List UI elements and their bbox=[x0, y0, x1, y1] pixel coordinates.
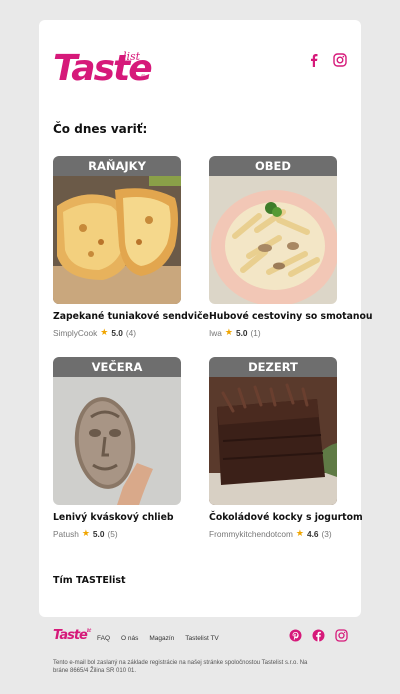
signoff: Tím TASTElist bbox=[53, 575, 126, 586]
instagram-icon[interactable] bbox=[333, 53, 347, 67]
facebook-icon[interactable] bbox=[307, 53, 321, 67]
facebook-icon[interactable] bbox=[312, 629, 325, 642]
tastelist-logo[interactable]: Taste list ® bbox=[53, 47, 153, 91]
recipe-author: Patush bbox=[53, 528, 79, 539]
recipe-author: SimplyCook bbox=[53, 327, 98, 338]
recipe-card-dessert[interactable]: DEZERT Čokoládové kocky s jogurtom Fromm… bbox=[209, 357, 363, 539]
recipe-card-lunch[interactable]: OBED Hubové cestoviny so smotanou Iwa ★ … bbox=[209, 156, 373, 338]
recipe-author: Iwa bbox=[209, 327, 222, 338]
footer-logo[interactable]: Tastelist bbox=[53, 628, 91, 643]
recipe-rating: 5.0 bbox=[111, 327, 123, 338]
pinterest-icon[interactable] bbox=[289, 629, 302, 642]
recipe-rating: 4.6 bbox=[307, 528, 319, 539]
category-banner: RAŇAJKY bbox=[53, 156, 181, 176]
rating-count: (5) bbox=[107, 528, 118, 539]
category-banner: OBED bbox=[209, 156, 337, 176]
footer-logo-sub: list bbox=[86, 628, 91, 634]
recipe-meta: Iwa ★ 5.0 (1) bbox=[209, 327, 337, 338]
star-icon: ★ bbox=[81, 528, 90, 538]
rating-count: (1) bbox=[250, 327, 261, 338]
footer-link-faq[interactable]: FAQ bbox=[97, 635, 110, 642]
recipe-card-breakfast[interactable]: RAŇAJKY Zapekané tuniakové sendviče Simp… bbox=[53, 156, 209, 338]
recipe-meta: Patush ★ 5.0 (5) bbox=[53, 528, 181, 539]
footer: Tastelist FAQ O nás Magazín Tastelist TV bbox=[53, 628, 348, 648]
footer-social-icons bbox=[289, 629, 348, 642]
rating-count: (4) bbox=[125, 327, 137, 338]
footer-nav: FAQ O nás Magazín Tastelist TV bbox=[97, 635, 219, 642]
category-banner: VEČERA bbox=[53, 357, 181, 377]
recipe-photo[interactable] bbox=[209, 176, 337, 304]
recipe-rating: 5.0 bbox=[92, 528, 105, 539]
email-card: Taste list ® Čo dnes variť: RAŇAJKY Zape… bbox=[39, 20, 373, 617]
recipe-title[interactable]: Zapekané tuniakové sendviče bbox=[53, 311, 209, 322]
star-icon: ★ bbox=[100, 327, 109, 337]
recipe-title[interactable]: Lenivý kváskový chlieb bbox=[53, 512, 181, 523]
star-icon: ★ bbox=[295, 528, 304, 538]
legal-notice: Tento e-mail bol zaslaný na základe regi… bbox=[53, 660, 308, 674]
rating-count: (3) bbox=[321, 528, 332, 539]
recipe-photo[interactable] bbox=[209, 377, 337, 505]
recipe-photo[interactable] bbox=[53, 176, 181, 304]
footer-link-about[interactable]: O nás bbox=[121, 635, 138, 642]
recipe-meta: SimplyCook ★ 5.0 (4) bbox=[53, 327, 181, 338]
recipe-title[interactable]: Hubové cestoviny so smotanou bbox=[209, 311, 373, 322]
recipe-rating: 5.0 bbox=[236, 327, 248, 338]
recipe-author: Frommykitchendotcom bbox=[209, 528, 293, 539]
category-banner: DEZERT bbox=[209, 357, 337, 377]
star-icon: ★ bbox=[224, 327, 233, 337]
recipe-meta: Frommykitchendotcom ★ 4.6 (3) bbox=[209, 528, 337, 539]
recipe-card-dinner[interactable]: VEČERA Lenivý kváskový chlieb Patush ★ 5… bbox=[53, 357, 181, 539]
logo-sub: list bbox=[123, 50, 141, 63]
header-social-icons bbox=[307, 53, 347, 67]
footer-logo-word: Taste bbox=[53, 628, 88, 643]
section-heading: Čo dnes variť: bbox=[53, 122, 148, 136]
recipe-photo[interactable] bbox=[53, 377, 181, 505]
registered-mark: ® bbox=[141, 75, 146, 81]
instagram-icon[interactable] bbox=[335, 629, 348, 642]
footer-link-magazine[interactable]: Magazín bbox=[149, 635, 174, 642]
footer-link-tv[interactable]: Tastelist TV bbox=[185, 635, 218, 642]
recipe-title[interactable]: Čokoládové kocky s jogurtom bbox=[209, 512, 363, 523]
